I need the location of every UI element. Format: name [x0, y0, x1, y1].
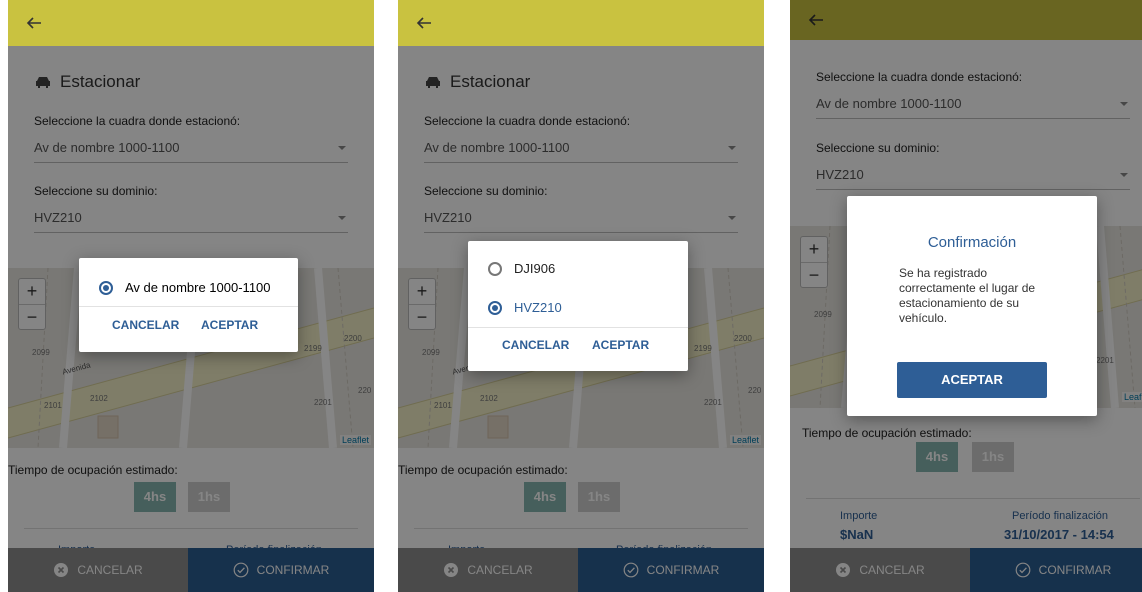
screen-dominio-dialog: Estacionar Seleccione la cuadra donde es…	[398, 0, 764, 592]
top-bar	[8, 0, 374, 46]
dialog-option-label: Av de nombre 1000-1100	[125, 280, 271, 295]
back-arrow-icon[interactable]	[414, 13, 434, 33]
dialog-option[interactable]: Av de nombre 1000-1100	[99, 280, 271, 295]
dialog-divider	[79, 306, 298, 307]
dialog-title: Confirmación	[927, 234, 1017, 251]
top-bar	[398, 0, 764, 46]
screen-confirmation-dialog: Seleccione la cuadra donde estacionó: Av…	[790, 0, 1142, 592]
cuadra-dialog: Av de nombre 1000-1100 CANCELAR ACEPTAR	[79, 258, 298, 352]
dialog-cancel-button[interactable]: CANCELAR	[502, 338, 569, 352]
dialog-option[interactable]: DJI906	[488, 261, 555, 276]
confirmation-dialog: Confirmación Se ha registrado correctame…	[847, 196, 1097, 416]
dialog-accept-button[interactable]: ACEPTAR	[592, 338, 649, 352]
radio-checked-icon	[488, 300, 502, 315]
dominio-dialog: DJI906 HVZ210 CANCELAR ACEPTAR	[468, 241, 688, 371]
dialog-divider	[468, 327, 688, 328]
back-arrow-icon[interactable]	[24, 13, 44, 33]
radio-unchecked-icon	[488, 261, 502, 276]
dialog-option-label: HVZ210	[514, 300, 562, 315]
dialog-message: Se ha registrado correctamente el lugar …	[899, 266, 1036, 325]
dialog-option[interactable]: HVZ210	[488, 300, 562, 315]
screen-cuadra-dialog: Estacionar Seleccione la cuadra donde es…	[8, 0, 374, 592]
dialog-accept-button[interactable]: ACEPTAR	[897, 362, 1047, 398]
dialog-accept-button[interactable]: ACEPTAR	[201, 318, 258, 332]
dialog-option-label: DJI906	[514, 261, 556, 276]
dialog-cancel-button[interactable]: CANCELAR	[112, 318, 179, 332]
radio-checked-icon	[99, 280, 113, 295]
